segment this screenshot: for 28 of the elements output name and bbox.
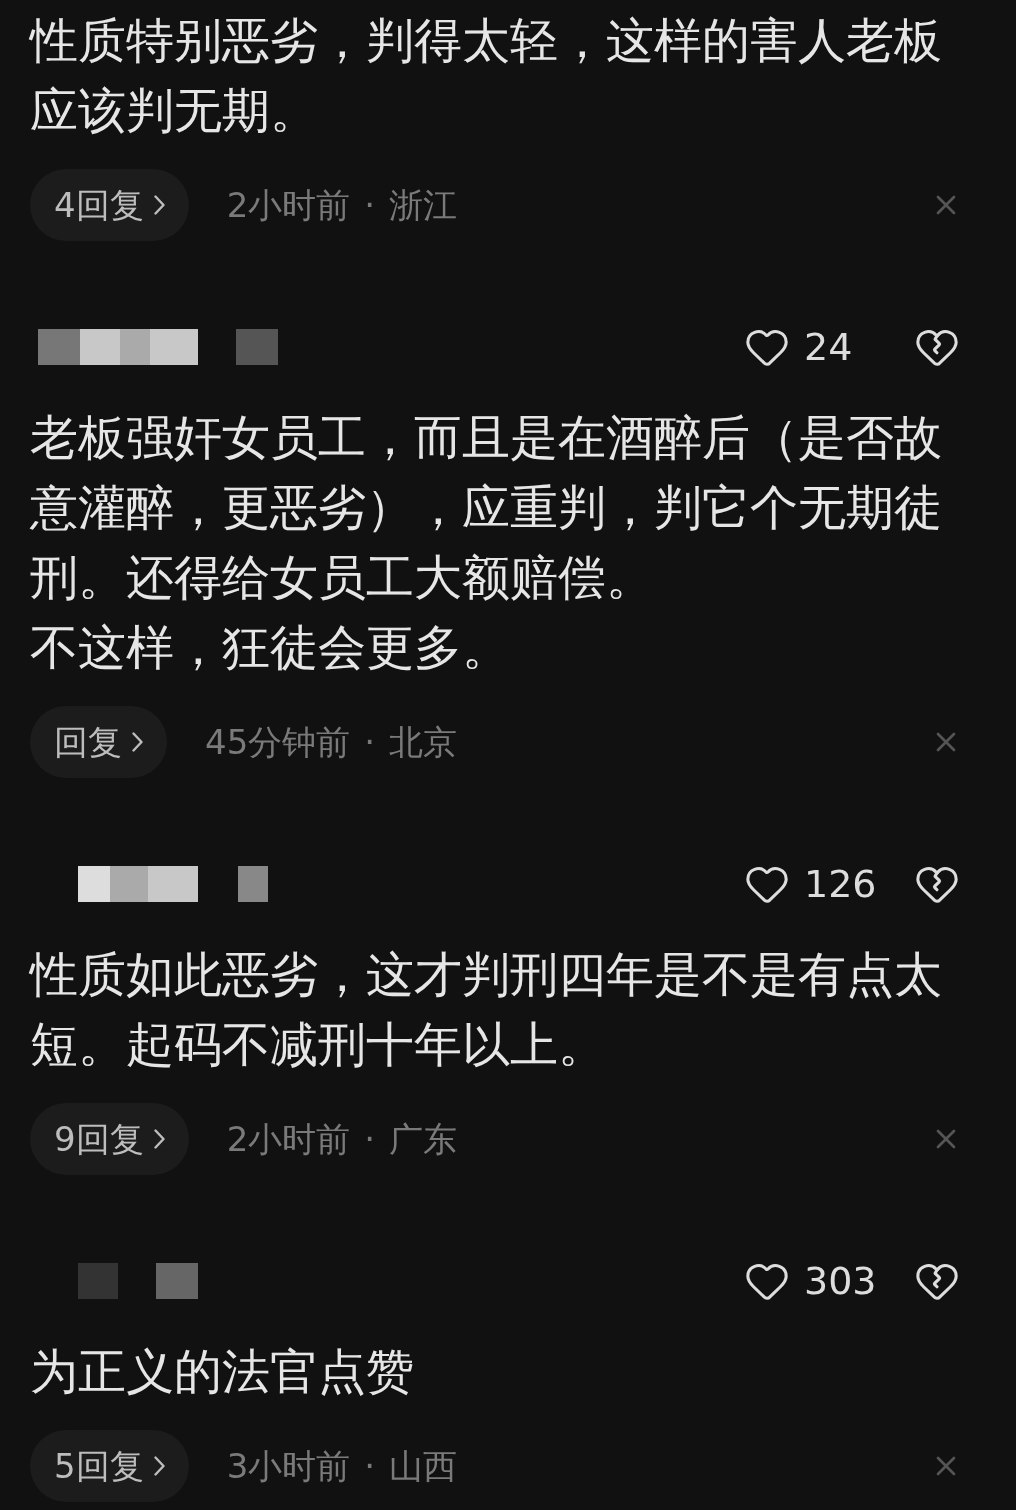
reply-button[interactable]: 回复 [30, 706, 167, 778]
like-count: 24 [804, 328, 854, 366]
comment-text: 性质如此恶劣，这才判刑四年是不是有点太短。起码不减刑十年以上。 [30, 945, 943, 1074]
comment-location: 北京 [389, 720, 458, 764]
reply-button[interactable]: 4回复 [30, 169, 189, 241]
like-count: 303 [804, 1262, 878, 1300]
comment-time: 2小时前 [226, 1117, 351, 1161]
separator: · [364, 1117, 376, 1161]
reply-button[interactable]: 5回复 [30, 1430, 189, 1502]
chevron-icon [153, 1129, 165, 1149]
reply-button[interactable]: 9回复 [30, 1103, 189, 1175]
like-count: 126 [804, 865, 878, 903]
comment-text: 不这样，狂徒会更多。 [30, 618, 511, 677]
separator: · [364, 720, 376, 764]
chevron-icon [153, 1456, 165, 1476]
comment-time: 45分钟前 [205, 720, 351, 764]
chevron-icon [132, 732, 143, 752]
comment-location: 广东 [389, 1117, 458, 1161]
chevron-icon [153, 195, 165, 215]
comment-text: 老板强奸女员工，而且是在酒醉后（是否故意灌醉，更恶劣），应重判，判它个无期徒刑。还得给女员工大额赔偿。 [30, 408, 943, 607]
comment-text: 为正义的法官点赞 [30, 1342, 415, 1401]
comment-text: 性质特别恶劣，判得太轻，这样的害人老板应该判无期。 [30, 11, 943, 140]
comment-location: 山西 [389, 1444, 458, 1488]
comment-location: 浙江 [389, 183, 458, 227]
comment-time: 2小时前 [226, 183, 351, 227]
separator: · [364, 1444, 376, 1488]
comment-time: 3小时前 [226, 1444, 351, 1488]
separator: · [364, 183, 376, 227]
